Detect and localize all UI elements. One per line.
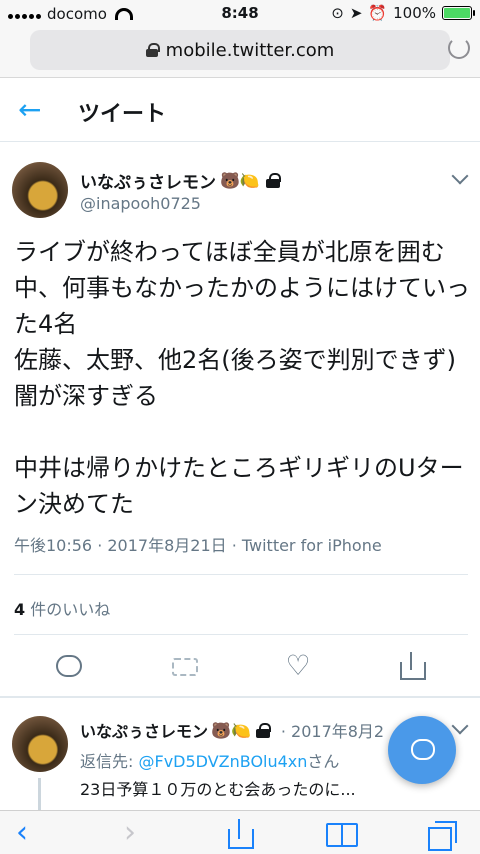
retweet-icon — [170, 652, 198, 680]
reply-date: · 2017年8月2 — [280, 722, 385, 741]
tabs-icon[interactable] — [428, 819, 458, 851]
heart-icon[interactable]: ♡ — [284, 652, 312, 680]
compose-reply-button[interactable] — [388, 716, 456, 784]
secure-lock-icon — [145, 43, 160, 57]
tweet-author-handle[interactable]: @inapooh0725 — [80, 194, 201, 213]
reply-avatar[interactable] — [12, 716, 68, 772]
safari-toolbar: ‹ › — [0, 810, 480, 854]
share-icon[interactable] — [226, 819, 256, 849]
page-header: ← ツイート — [0, 80, 480, 142]
chevron-down-icon[interactable] — [451, 717, 469, 735]
reply-icon[interactable] — [54, 652, 82, 680]
tweet-author-name[interactable]: いなぷぅさレモン 🐻🍋 — [80, 168, 281, 193]
status-bar: docomo 8:48 ⊙ ➤ ⏰ 100% — [0, 0, 480, 28]
author-name-text: いなぷぅさレモン — [80, 173, 216, 193]
likes-label: 件のいいね — [25, 600, 111, 619]
likes-number: 4 — [14, 600, 26, 619]
section-separator — [0, 696, 480, 698]
reply-author-name[interactable]: いなぷぅさレモン 🐻🍋 · 2017年8月2 — [80, 718, 384, 742]
reply-to-suffix: さん — [307, 752, 340, 771]
orientation-lock-icon: ⊙ — [331, 4, 344, 22]
protected-lock-icon — [265, 173, 281, 188]
share-icon[interactable] — [398, 652, 426, 680]
name-emojis: 🐻🍋 — [220, 171, 260, 190]
reply-to-mention[interactable]: @FvD5DVZnBOlu4xn — [138, 752, 307, 771]
thread-line — [38, 778, 41, 812]
battery-icon — [442, 6, 475, 20]
browser-forward-icon[interactable]: › — [124, 818, 154, 849]
location-icon: ➤ — [349, 4, 363, 22]
reply-text: 23日予算１０万のとむ会あったのに... — [80, 780, 356, 799]
divider — [14, 634, 468, 635]
chevron-down-icon[interactable] — [451, 167, 469, 185]
reload-icon[interactable] — [448, 37, 470, 59]
status-right: ⊙ ➤ ⏰ 100% — [331, 4, 475, 22]
tweet-meta: 午後10:56 · 2017年8月21日 · Twitter for iPhon… — [14, 536, 382, 555]
tweet-actions: ♡ — [0, 652, 480, 684]
browser-back-icon[interactable]: ‹ — [16, 818, 46, 849]
divider — [14, 574, 468, 575]
tweet-text: ライブが終わってほぼ全員が北原を囲む中、何事もなかったかのようにはけていった4名… — [14, 238, 470, 518]
alarm-icon: ⏰ — [368, 4, 388, 22]
avatar[interactable] — [12, 162, 68, 218]
battery-percent: 100% — [393, 4, 436, 22]
likes-count[interactable]: 4 件のいいね — [14, 596, 110, 620]
page-title: ツイート — [78, 102, 167, 127]
bookmarks-icon[interactable] — [326, 819, 358, 849]
url-text: mobile.twitter.com — [165, 39, 335, 61]
back-arrow-icon[interactable]: ← — [18, 96, 41, 124]
reply-to-line: 返信先: @FvD5DVZnBOlu4xnさん — [80, 748, 339, 772]
protected-lock-icon — [255, 722, 271, 738]
url-bar[interactable]: mobile.twitter.com — [30, 30, 450, 70]
browser-url-area: mobile.twitter.com — [0, 28, 480, 78]
reply-name-emojis: 🐻🍋 — [211, 720, 251, 740]
reply-to-label: 返信先: — [80, 752, 139, 771]
reply-author-name-text: いなぷぅさレモン — [80, 722, 209, 741]
